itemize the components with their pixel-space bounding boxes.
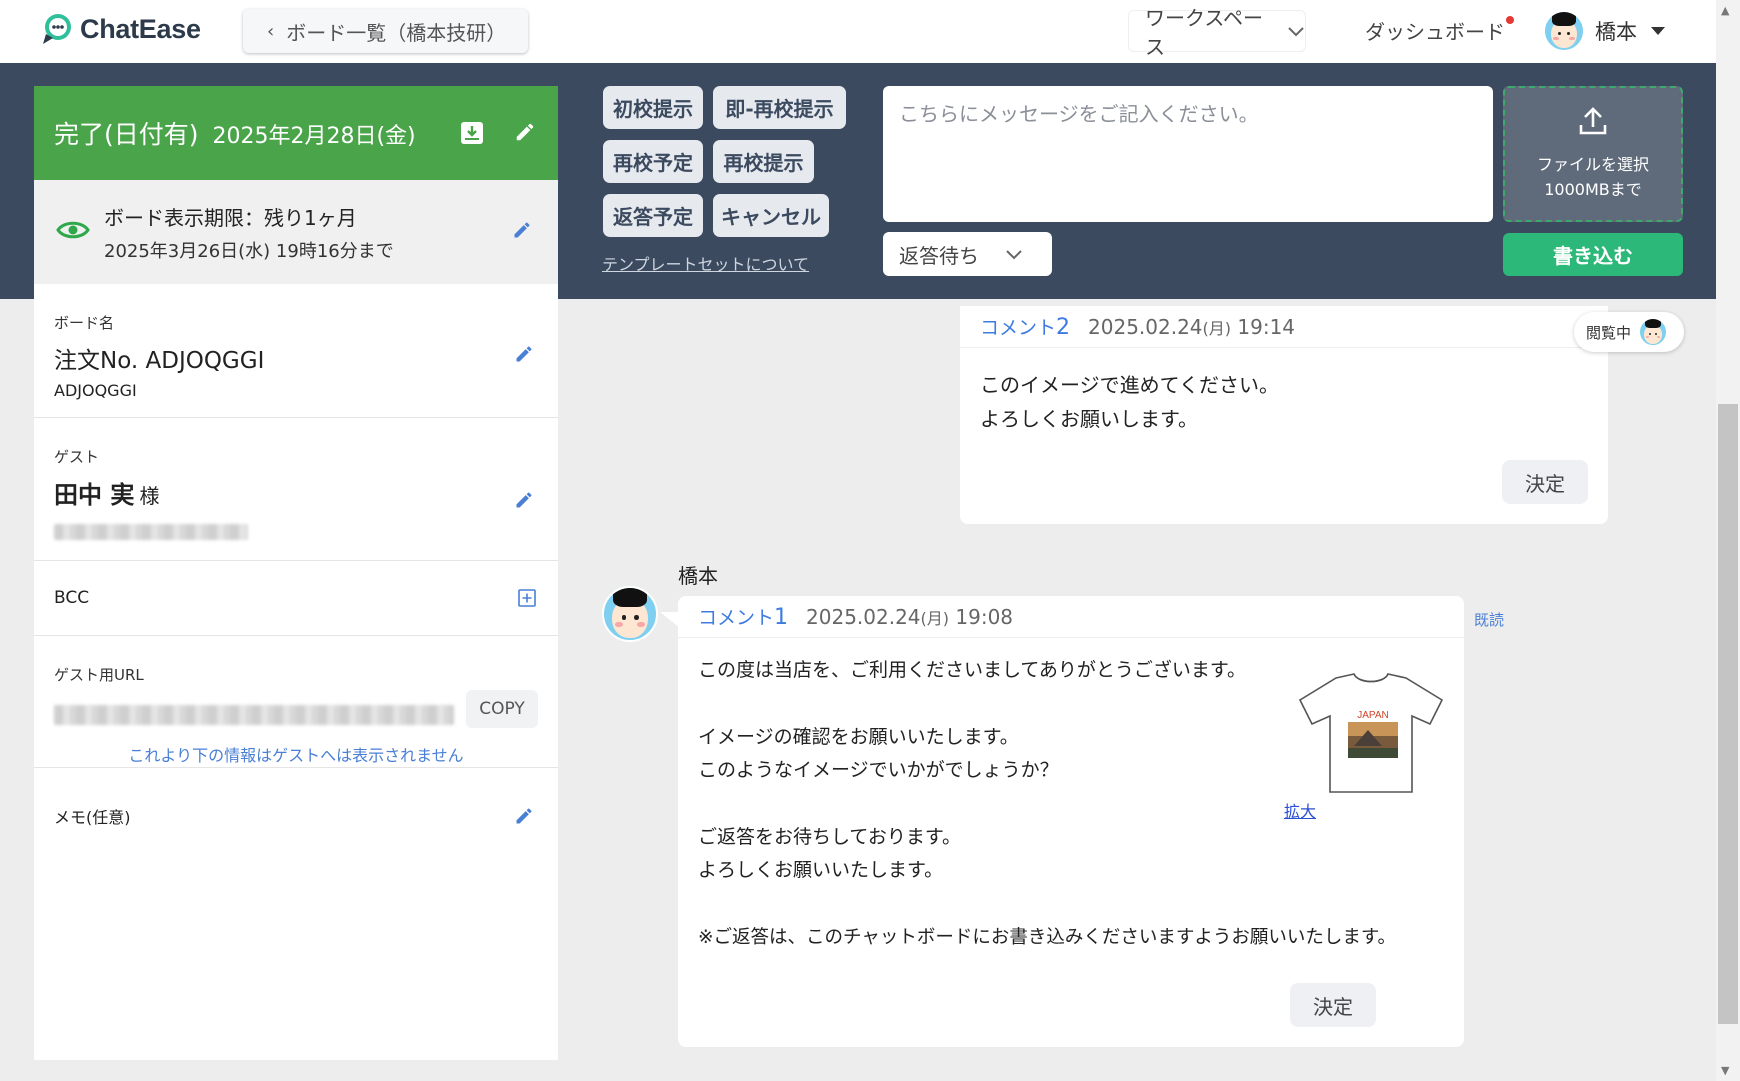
memo-label: メモ(任意) (54, 808, 131, 827)
file-size-limit: 1000MBまで (1544, 179, 1642, 199)
app-logo[interactable]: ChatEase (40, 12, 201, 46)
workspace-label: ワークスペース (1145, 6, 1263, 59)
board-name-label: ボード名 (54, 314, 115, 332)
user-name: 橋本 (1595, 20, 1637, 44)
caret-down-icon (1651, 27, 1665, 35)
comment-card-2: コメント2 2025.02.24(月) 19:14 このイメージで進めてください… (960, 306, 1608, 524)
status-header: 完了(日付有) 2025年2月28日(金) (34, 86, 558, 180)
chevron-down-icon (1005, 242, 1023, 266)
app-name: ChatEase (80, 13, 201, 44)
read-receipt: 既読 (1474, 611, 1505, 629)
guest-name: 田中 実 (54, 481, 135, 509)
comment-number: 1 (774, 605, 789, 630)
comment-label: コメント (698, 607, 775, 629)
comment-date: 2025.02.24 (1088, 314, 1203, 339)
guest-url-section: ゲスト用URL COPY これより下の情報はゲストへは表示されません (34, 636, 558, 768)
template-instant-reproof-button[interactable]: 即-再校提示 (713, 86, 846, 129)
comment-time: 19:14 (1237, 314, 1296, 339)
template-reproof-planned-button[interactable]: 再校予定 (603, 140, 703, 183)
template-set-link[interactable]: テンプレートセットについて (602, 251, 809, 275)
chevron-left-icon: ‹ (267, 20, 275, 42)
reply-status-value: 返答待ち (899, 243, 979, 268)
back-to-boards-button[interactable]: ‹ ボード一覧（橋本技研） (243, 9, 528, 53)
scroll-up-arrow-icon[interactable]: ▲ (1721, 4, 1729, 17)
reply-status-select[interactable]: 返答待ち (883, 232, 1052, 276)
notification-dot (1506, 16, 1514, 24)
status-date: 2025年2月28日(金) (212, 124, 416, 149)
chat-bubble-logo-icon (40, 12, 74, 46)
viewer-avatar (1639, 318, 1668, 346)
guest-honorific: 様 (139, 484, 160, 508)
template-cancel-button[interactable]: キャンセル (713, 194, 829, 237)
comment-number: 2 (1056, 315, 1071, 340)
zoom-link[interactable]: 拡大 (1284, 798, 1316, 822)
comment-line: ご返答をお待ちしております。 (698, 825, 961, 848)
guest-label: ゲスト (54, 448, 100, 466)
message-input[interactable]: こちらにメッセージをご記入ください。 (883, 86, 1493, 222)
file-upload-dropzone[interactable]: ファイルを選択 1000MBまで (1503, 86, 1683, 222)
guest-hidden-notice: これより下の情報はゲストへは表示されません (128, 746, 464, 765)
board-name-section: ボード名 注文No. ADJOQGGI ADJOQGGI (34, 284, 558, 418)
tshirt-print-text: JAPAN (1357, 710, 1389, 721)
edit-guest-pencil-icon[interactable] (514, 490, 532, 508)
edit-deadline-pencil-icon[interactable] (512, 220, 532, 244)
status-title: 完了(日付有) (54, 120, 199, 149)
comment-date: 2025.02.24 (806, 604, 921, 629)
board-code: ADJOQGGI (54, 381, 137, 400)
back-button-label: ボード一覧（橋本技研） (286, 20, 507, 45)
file-select-label: ファイルを選択 (1536, 154, 1649, 174)
upload-icon (1578, 106, 1608, 142)
chevron-down-icon (1287, 19, 1305, 43)
comment-weekday: (月) (920, 608, 950, 628)
user-menu[interactable]: 橋本 (1543, 10, 1665, 52)
bubble-tail (660, 612, 680, 628)
archive-icon[interactable] (460, 121, 484, 145)
template-reply-planned-button[interactable]: 返答予定 (603, 194, 703, 237)
comment-line: よろしくお願いします。 (980, 407, 1198, 431)
memo-section: メモ(任意) (34, 768, 558, 828)
decide-button[interactable]: 決定 (1290, 983, 1376, 1027)
dashboard-link[interactable]: ダッシュボード (1365, 16, 1505, 45)
decide-button[interactable]: 決定 (1502, 460, 1588, 504)
scroll-down-arrow-icon[interactable]: ▼ (1721, 1064, 1729, 1077)
comment-body: このイメージで進めてください。 よろしくお願いします。 (960, 348, 1608, 456)
display-deadline: ボード表示期限：残り1ヶ月 2025年3月26日(水) 19時16分まで (34, 180, 558, 284)
deadline-remaining: ボード表示期限：残り1ヶ月 (104, 205, 357, 230)
board-info-panel: 完了(日付有) 2025年2月28日(金) ボード表示期限：残り1ヶ月 2025… (34, 86, 558, 1060)
author-avatar (602, 586, 658, 642)
workspace-dropdown[interactable]: ワークスペース (1128, 6, 1306, 59)
edit-status-pencil-icon[interactable] (514, 121, 538, 145)
top-bar: ChatEase ‹ ボード一覧（橋本技研） ワークスペース ダッシュボード 橋… (0, 0, 1716, 63)
template-first-proof-button[interactable]: 初校提示 (603, 86, 703, 129)
guest-email-redacted (54, 524, 248, 540)
bcc-section: BCC (34, 561, 558, 636)
eye-icon (56, 219, 90, 245)
guest-url-label: ゲスト用URL (54, 666, 144, 684)
comment-weekday: (月) (1202, 318, 1232, 338)
comment-label: コメント (980, 317, 1057, 339)
board-title: 注文No. ADJOQGGI (54, 348, 265, 374)
submit-message-button[interactable]: 書き込む (1503, 233, 1683, 276)
comment-line (698, 888, 1444, 921)
comment-author: 橋本 (678, 564, 718, 588)
tshirt-image-thumbnail[interactable]: JAPAN (1296, 672, 1446, 800)
template-reproof-button[interactable]: 再校提示 (713, 140, 814, 183)
add-bcc-plus-icon[interactable] (518, 589, 536, 607)
comment-time: 19:08 (955, 604, 1014, 629)
comment-line: よろしくお願いいたします。 (698, 859, 944, 881)
bcc-label: BCC (54, 588, 90, 608)
comment-line: このイメージで進めてください。 (980, 373, 1279, 397)
deadline-date: 2025年3月26日(水) 19時16分まで (104, 240, 394, 262)
guest-section: ゲスト 田中 実 様 (34, 418, 558, 561)
scrollbar-thumb[interactable] (1718, 404, 1738, 1024)
guest-url-redacted (54, 705, 454, 725)
viewing-indicator: 閲覧中 (1574, 312, 1684, 352)
user-avatar (1543, 10, 1585, 52)
viewing-label: 閲覧中 (1586, 323, 1632, 342)
comment-card-1: コメント1 2025.02.24(月) 19:08 この度は当店を、ご利用くださ… (678, 596, 1464, 1047)
edit-memo-pencil-icon[interactable] (514, 806, 532, 824)
comment-line: ※ご返答は、このチャットボードにお書き込みくださいますようお願いいたします。 (698, 926, 1396, 948)
copy-url-button[interactable]: COPY (466, 690, 538, 728)
edit-board-name-pencil-icon[interactable] (514, 344, 532, 362)
